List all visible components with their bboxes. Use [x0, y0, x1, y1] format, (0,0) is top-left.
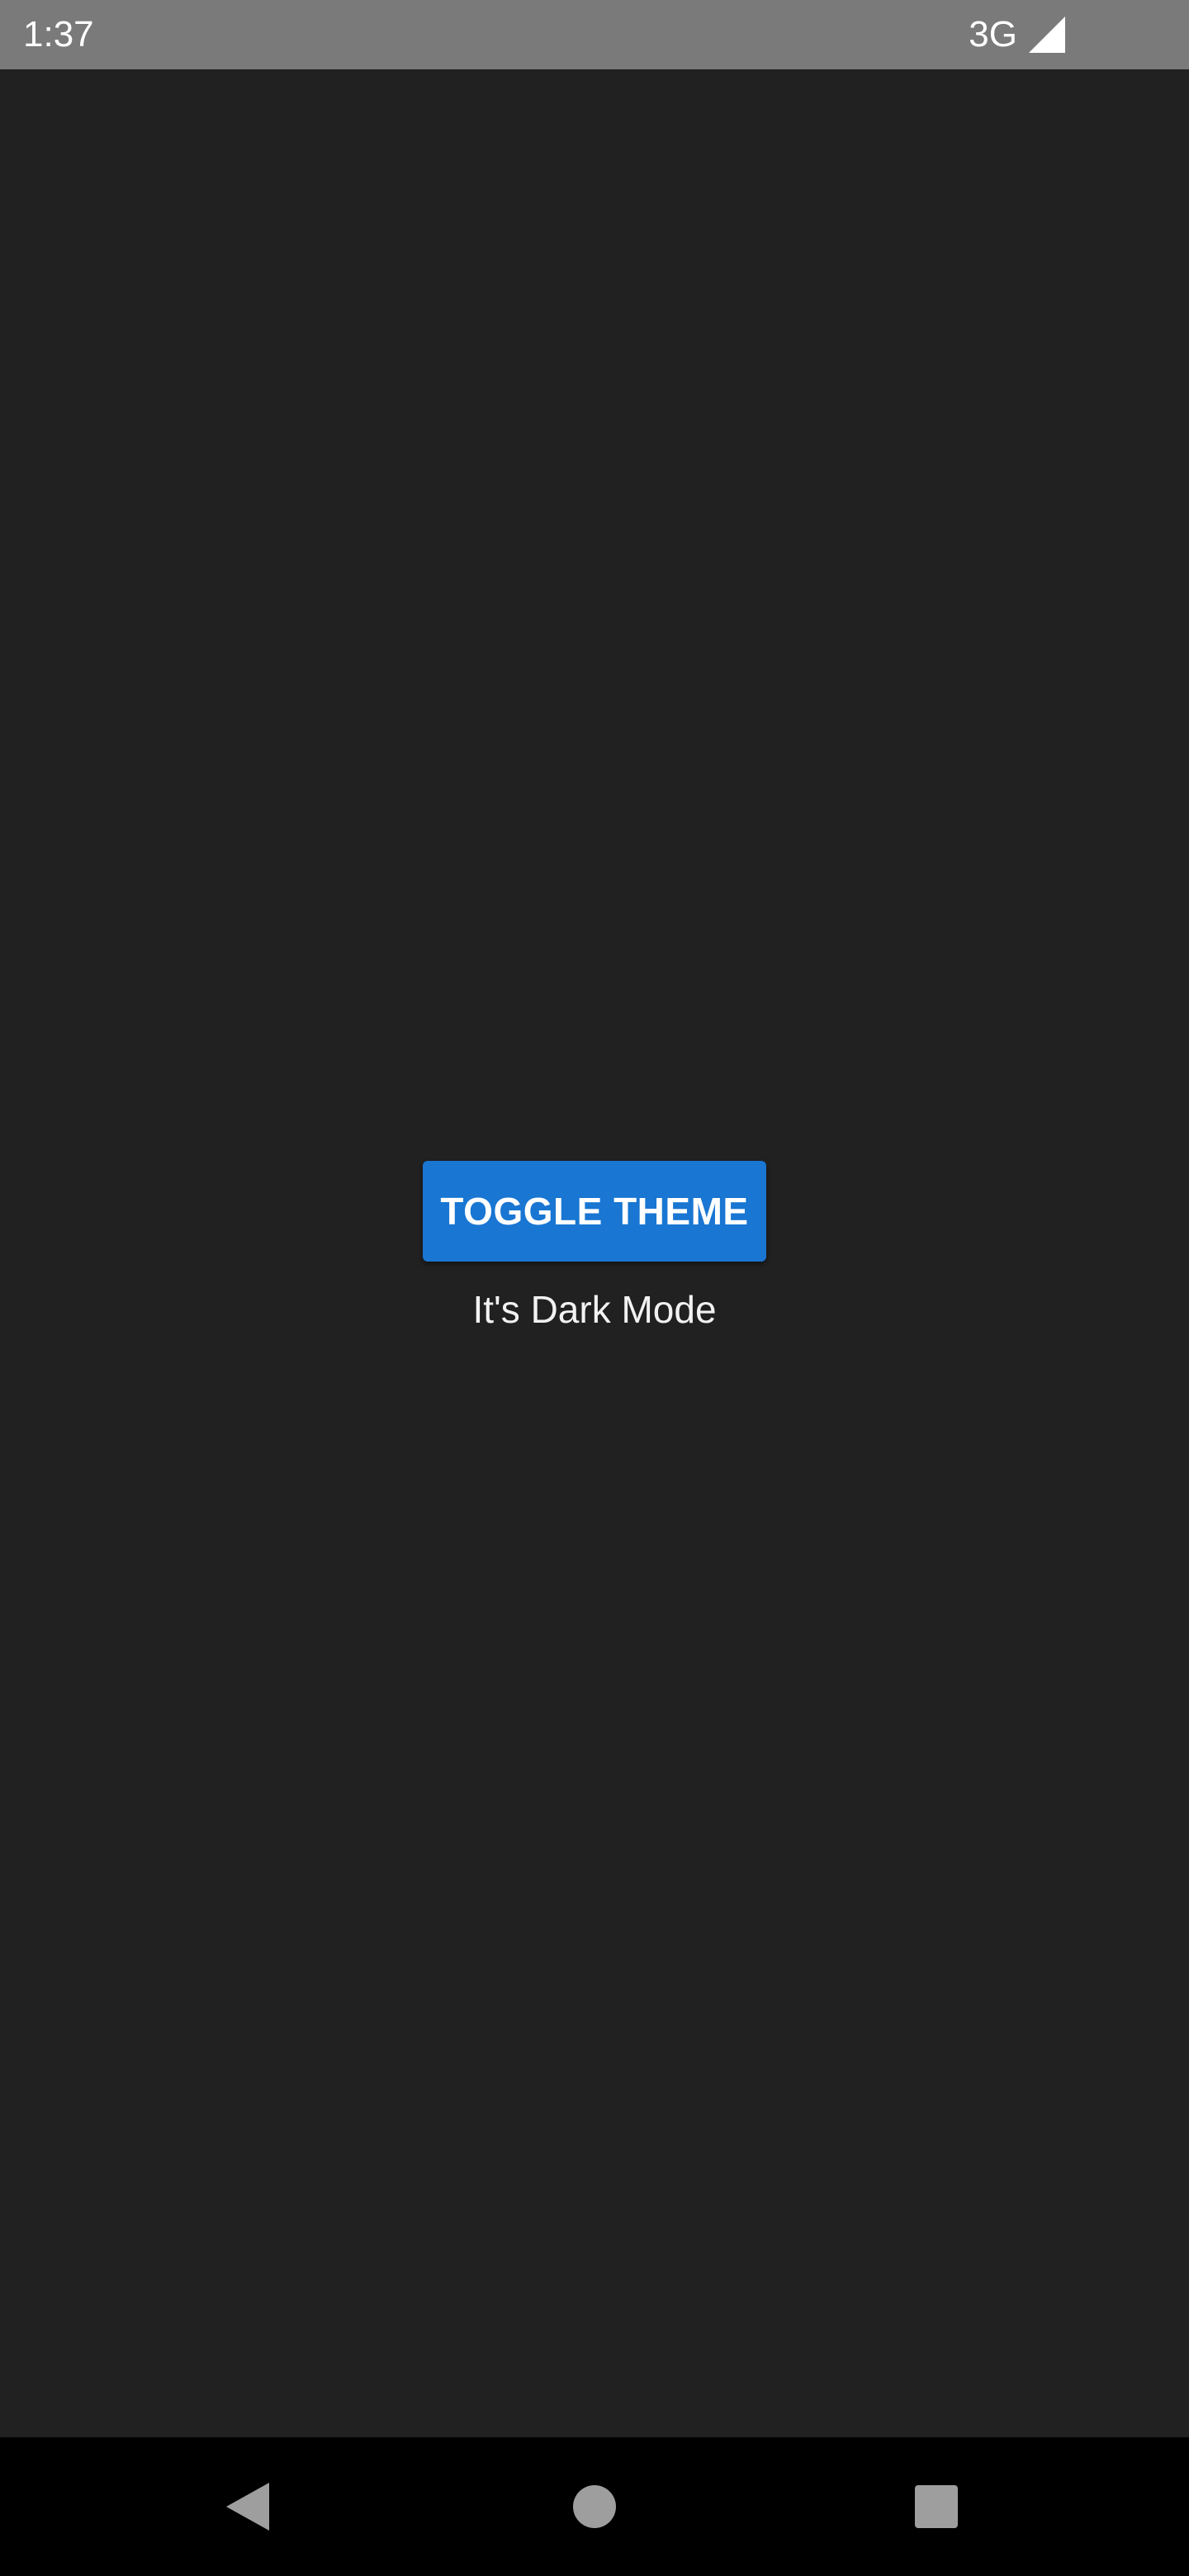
nav-home-button[interactable] [525, 2437, 664, 2576]
signal-full-icon [1029, 17, 1065, 53]
toggle-theme-button[interactable]: TOGGLE THEME [423, 1161, 766, 1262]
app-screen: 1:37 3G TOGGLE THEME It's Dark Mode [0, 0, 1189, 2576]
network-type: 3G [969, 14, 1017, 54]
status-indicators: 3G [969, 12, 1065, 58]
recents-icon [915, 2485, 958, 2528]
main-content: TOGGLE THEME It's Dark Mode [0, 69, 1189, 2437]
nav-recents-button[interactable] [867, 2437, 1006, 2576]
home-icon [573, 2485, 616, 2528]
nav-back-button[interactable] [178, 2437, 317, 2576]
back-icon [226, 2483, 269, 2531]
status-bar: 1:37 3G [0, 0, 1189, 69]
status-time: 1:37 [23, 14, 94, 54]
navigation-bar [0, 2437, 1189, 2576]
theme-mode-label: It's Dark Mode [472, 1288, 717, 1331]
